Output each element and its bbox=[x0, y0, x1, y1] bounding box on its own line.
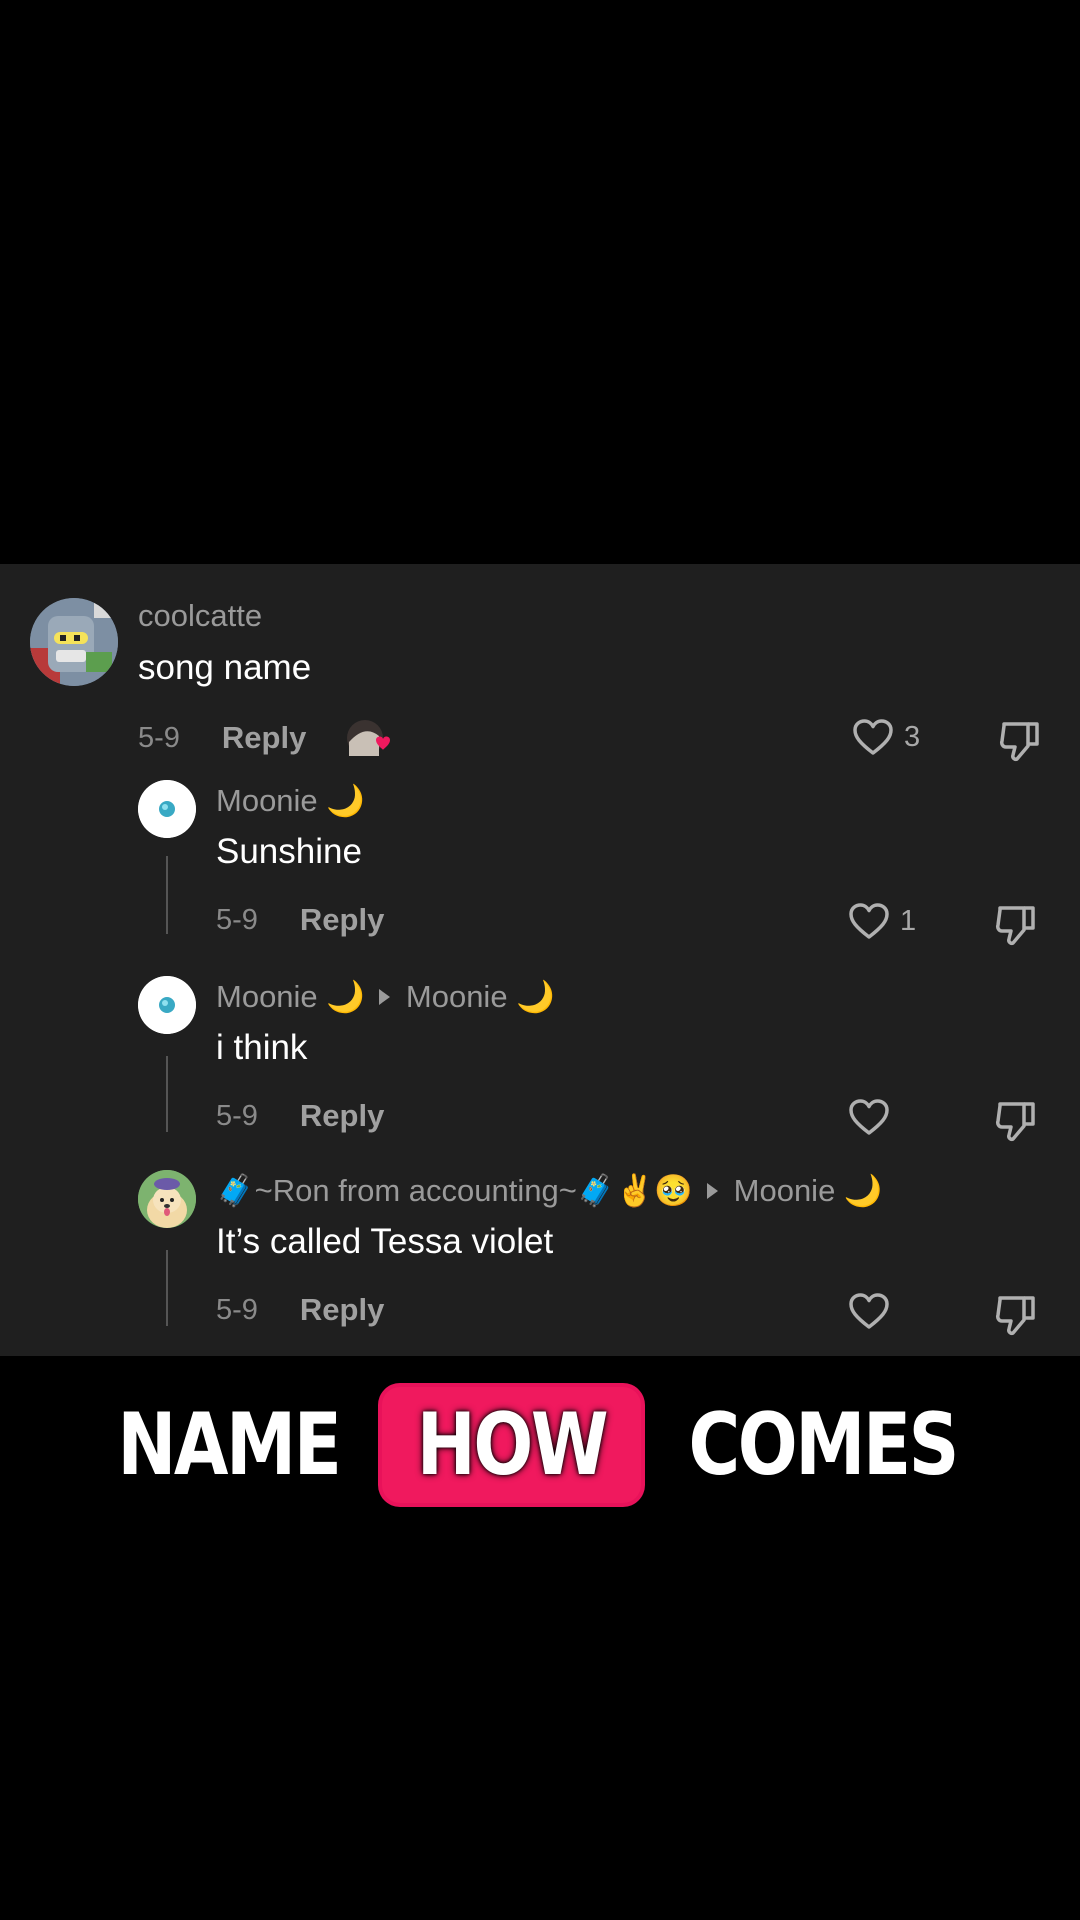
reply-to-username[interactable]: Moonie 🌙 bbox=[406, 978, 555, 1015]
comments-panel: coolcatte song name 5-9 Reply 3 Moonie 🌙… bbox=[0, 564, 1080, 1356]
avatar[interactable] bbox=[138, 976, 196, 1034]
comment-item: coolcatte song name 5-9 Reply 3 bbox=[0, 564, 1080, 761]
heart-icon bbox=[853, 719, 893, 755]
reply-button[interactable]: Reply bbox=[222, 720, 306, 756]
video-caption: NAME HOW COMES bbox=[0, 1380, 1080, 1510]
heart-icon bbox=[849, 903, 889, 939]
comment-username[interactable]: coolcatte bbox=[138, 598, 262, 634]
heart-icon bbox=[849, 1099, 889, 1135]
dislike-button[interactable] bbox=[994, 1294, 1038, 1341]
comment-date: 5-9 bbox=[138, 721, 180, 754]
like-button[interactable]: 3 bbox=[852, 718, 920, 756]
comment-text: It’s called Tessa violet bbox=[216, 1222, 554, 1261]
comment-meta: 5-9 Reply bbox=[138, 718, 392, 758]
caption-word: HOW bbox=[416, 1395, 609, 1495]
dislike-button[interactable] bbox=[994, 1100, 1038, 1147]
reply-button[interactable]: Reply bbox=[300, 902, 384, 938]
heart-icon bbox=[849, 1293, 889, 1329]
like-button[interactable] bbox=[848, 1098, 890, 1136]
reply-item: Moonie 🌙 Sunshine 5-9 Reply 1 bbox=[0, 754, 1080, 948]
reply-item: 🧳~Ron from accounting~🧳✌️🥹 Moonie 🌙 It’s… bbox=[0, 1142, 1080, 1356]
like-count: 3 bbox=[904, 720, 921, 753]
caption-word: COMES bbox=[688, 1395, 960, 1495]
reply-arrow-icon bbox=[706, 1182, 718, 1199]
comment-meta: 5-9 Reply bbox=[216, 902, 384, 938]
creator-liked-icon bbox=[346, 718, 392, 758]
avatar[interactable] bbox=[30, 598, 118, 686]
like-button[interactable]: 1 bbox=[848, 902, 916, 940]
comment-username[interactable]: Moonie 🌙 bbox=[216, 782, 365, 819]
comment-date: 5-9 bbox=[216, 903, 258, 936]
reply-button[interactable]: Reply bbox=[300, 1292, 384, 1328]
comment-text: i think bbox=[216, 1028, 308, 1067]
avatar[interactable] bbox=[138, 1170, 196, 1228]
comment-date: 5-9 bbox=[216, 1099, 258, 1132]
reply-item: Moonie 🌙 Moonie 🌙 i think 5-9 Reply bbox=[0, 948, 1080, 1142]
like-count: 1 bbox=[900, 904, 917, 937]
comment-meta: 5-9 Reply bbox=[216, 1098, 384, 1134]
reply-arrow-icon bbox=[378, 988, 390, 1005]
dislike-icon bbox=[996, 1296, 1035, 1335]
comment-meta: 5-9 Reply bbox=[216, 1292, 384, 1328]
dislike-button[interactable] bbox=[994, 904, 1038, 951]
comment-text: Sunshine bbox=[216, 832, 362, 871]
avatar[interactable] bbox=[138, 780, 196, 838]
comment-username[interactable]: 🧳~Ron from accounting~🧳✌️🥹 Moonie 🌙 bbox=[216, 1172, 883, 1209]
dislike-icon bbox=[996, 1102, 1035, 1141]
like-button[interactable] bbox=[848, 1292, 890, 1330]
comment-text: song name bbox=[138, 648, 312, 687]
reply-to-username[interactable]: Moonie 🌙 bbox=[734, 1172, 883, 1209]
thread-line bbox=[166, 1250, 168, 1326]
dislike-icon bbox=[996, 906, 1035, 945]
thread-line bbox=[166, 1056, 168, 1132]
reply-button[interactable]: Reply bbox=[300, 1098, 384, 1134]
comment-username[interactable]: Moonie 🌙 Moonie 🌙 bbox=[216, 978, 555, 1015]
comment-date: 5-9 bbox=[216, 1293, 258, 1326]
caption-word: NAME bbox=[117, 1395, 343, 1495]
caption-highlight: HOW bbox=[382, 1387, 642, 1503]
thread-line bbox=[166, 856, 168, 934]
